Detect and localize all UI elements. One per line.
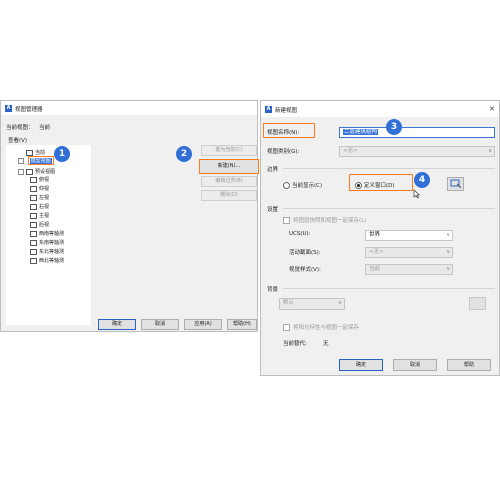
view-name-selected-text: 二层建筑结构 bbox=[343, 129, 379, 135]
view-icon bbox=[30, 248, 37, 255]
visual-style-label: 视觉样式(V): bbox=[289, 267, 321, 273]
view-icon bbox=[30, 176, 37, 183]
callout-badge: 3 bbox=[386, 119, 402, 135]
new-view-title: 新建视图 bbox=[275, 108, 298, 114]
callout-badge: 2 bbox=[176, 146, 192, 162]
boundary-group-label: 边界 bbox=[267, 167, 279, 173]
view-icon bbox=[30, 212, 37, 219]
view-manager-dialog: A 视图管理器 当前视图： 当前 查看(V) 当前 模型视图 预设视图 俯视 仰… bbox=[0, 100, 259, 332]
edit-boundary-button[interactable]: 编辑边界(B) bbox=[201, 176, 257, 187]
settings-group-label: 设置 bbox=[267, 207, 279, 213]
chevron-down-icon: ∨ bbox=[446, 266, 450, 272]
tree-item-current[interactable]: 当前 bbox=[26, 149, 45, 156]
help-button[interactable]: 帮助 bbox=[447, 359, 491, 371]
view-icon bbox=[30, 203, 37, 210]
tree-item-preset[interactable]: 右视 bbox=[30, 203, 49, 210]
view-category-label: 视图类别(G): bbox=[267, 149, 300, 155]
radio-selected-icon bbox=[355, 182, 362, 189]
visual-style-select[interactable]: 当前 ∨ bbox=[365, 264, 453, 275]
tree-node-model-views[interactable]: 模型视图 bbox=[18, 156, 54, 165]
view-manager-titlebar: A 视图管理器 bbox=[1, 101, 257, 115]
radio-current-display[interactable]: 当前显示(C) bbox=[283, 181, 322, 189]
current-override-value: 无 bbox=[323, 341, 329, 347]
cancel-button[interactable]: 取消 bbox=[393, 359, 437, 371]
app-icon: A bbox=[265, 106, 272, 113]
new-view-button[interactable]: 新建(N)... bbox=[199, 159, 259, 174]
cancel-button[interactable]: 取消 bbox=[141, 319, 179, 330]
tree-item-model-views-wrap: 模型视图 bbox=[27, 156, 54, 165]
close-icon[interactable]: ✕ bbox=[489, 105, 495, 113]
tree-item-preset[interactable]: 西北等轴测 bbox=[30, 257, 64, 264]
mouse-cursor-icon bbox=[413, 189, 421, 199]
callout-badge: 4 bbox=[414, 172, 430, 188]
tree-item-preset[interactable]: 西南等轴测 bbox=[30, 230, 64, 237]
new-view-titlebar: A 新建视图 ✕ bbox=[261, 101, 499, 117]
view-icon bbox=[30, 221, 37, 228]
background-browse-button[interactable] bbox=[469, 297, 486, 310]
live-section-label: 活动截面(S): bbox=[289, 250, 321, 256]
tree-item-preset[interactable]: 东南等轴测 bbox=[30, 239, 64, 246]
view-name-label: 视图名称(N): bbox=[267, 130, 300, 136]
ucs-select[interactable]: 世界 ∨ bbox=[365, 230, 453, 241]
current-override-label: 当前替代: bbox=[283, 341, 307, 347]
view-tree[interactable]: 当前 模型视图 预设视图 俯视 仰视 左视 右视 主视 后视 西南等轴测 东南等… bbox=[6, 145, 91, 325]
callout-badge: 1 bbox=[54, 146, 70, 162]
pick-window-icon bbox=[450, 179, 462, 189]
set-current-button[interactable]: 置为当前(C) bbox=[201, 145, 257, 156]
background-group-label: 背景 bbox=[267, 287, 279, 293]
chevron-down-icon: ∨ bbox=[446, 249, 450, 255]
current-view-value: 当前 bbox=[39, 125, 51, 131]
tree-item-preset[interactable]: 东北等轴测 bbox=[30, 248, 64, 255]
view-name-input[interactable]: 二层建筑结构 bbox=[339, 127, 495, 138]
help-button[interactable]: 帮助(H) bbox=[227, 319, 257, 330]
delete-button[interactable]: 删除(D) bbox=[201, 190, 257, 201]
tree-item-model-views[interactable]: 模型视图 bbox=[29, 158, 52, 164]
ok-button[interactable]: 确定 bbox=[98, 319, 136, 330]
background-select[interactable]: 默认 ∨ bbox=[279, 298, 345, 310]
radio-icon bbox=[283, 182, 290, 189]
checkbox-icon bbox=[283, 217, 290, 224]
tree-item-preset[interactable]: 仰视 bbox=[30, 185, 49, 192]
chevron-down-icon: ∨ bbox=[446, 232, 450, 238]
tree-node-preset-views[interactable]: 预设视图 bbox=[18, 168, 55, 175]
ucs-label: UCS(U): bbox=[289, 231, 311, 237]
save-sun-props-checkbox[interactable]: 将阳光特性与视图一起保存 bbox=[283, 323, 359, 331]
checkbox-icon bbox=[283, 324, 290, 331]
save-layer-snapshot-checkbox[interactable]: 将图层快照和视图一起保存(L) bbox=[283, 216, 366, 224]
app-icon: A bbox=[5, 105, 12, 112]
tree-item-preset[interactable]: 主视 bbox=[30, 212, 49, 219]
view-icon bbox=[30, 230, 37, 237]
view-manager-title: 视图管理器 bbox=[15, 107, 43, 113]
view-icon bbox=[26, 168, 33, 175]
radio-define-window[interactable]: 定义窗口(D) bbox=[355, 181, 395, 189]
divider bbox=[283, 208, 495, 209]
new-view-dialog: A 新建视图 ✕ 视图名称(N): 二层建筑结构 视图类别(G): <无> ∨ 边… bbox=[260, 100, 500, 376]
chevron-down-icon: ∨ bbox=[338, 300, 342, 306]
view-icon bbox=[30, 194, 37, 201]
view-icon bbox=[30, 239, 37, 246]
tree-item-preset[interactable]: 左视 bbox=[30, 194, 49, 201]
divider bbox=[283, 168, 495, 169]
ok-button[interactable]: 确定 bbox=[339, 359, 383, 371]
collapse-icon[interactable] bbox=[18, 168, 24, 175]
chevron-down-icon: ∨ bbox=[488, 148, 492, 154]
view-icon bbox=[26, 149, 33, 156]
pick-window-button[interactable] bbox=[447, 177, 464, 191]
tree-item-preset[interactable]: 后视 bbox=[30, 221, 49, 228]
divider bbox=[283, 288, 495, 289]
live-section-select[interactable]: <无> ∨ bbox=[365, 247, 453, 258]
views-label: 查看(V) bbox=[8, 138, 28, 144]
apply-button[interactable]: 应用(A) bbox=[184, 319, 222, 330]
view-icon bbox=[30, 185, 37, 192]
expand-icon[interactable] bbox=[18, 157, 24, 164]
tree-item-preset[interactable]: 俯视 bbox=[30, 176, 49, 183]
current-view-label: 当前视图： bbox=[6, 125, 34, 131]
view-icon bbox=[30, 257, 37, 264]
view-category-select[interactable]: <无> ∨ bbox=[339, 146, 495, 157]
